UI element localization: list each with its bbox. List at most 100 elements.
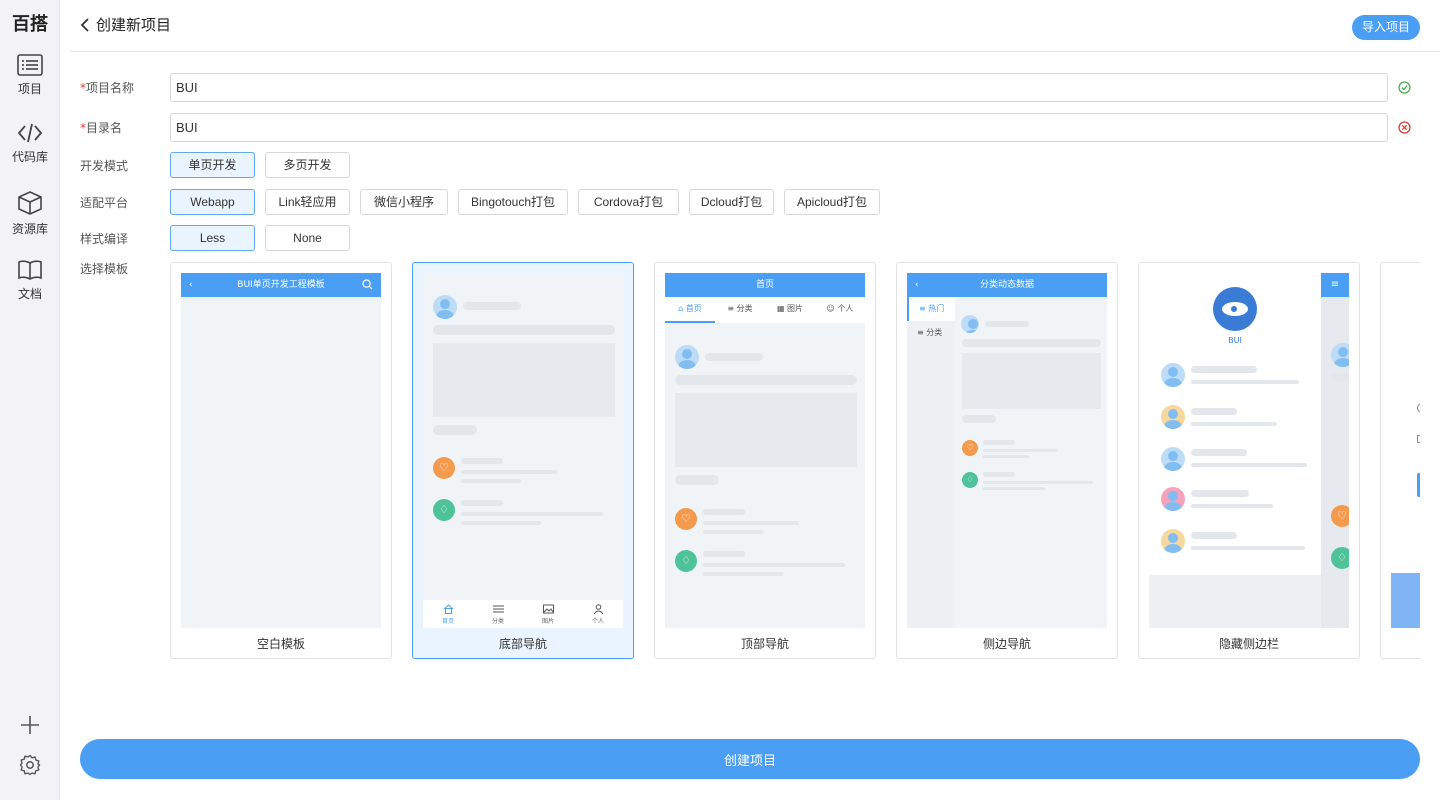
import-project-button[interactable]: 导入项目 (1351, 15, 1420, 40)
dir-name-row: *目录名 (80, 113, 1420, 142)
template-preview: ‹ BUI单页开发工程模板 (181, 273, 381, 628)
heart-icon: ♡ (433, 457, 455, 479)
platform-dcloud-option[interactable]: Dcloud打包 (689, 189, 774, 215)
platform-bingotouch-option[interactable]: Bingotouch打包 (458, 189, 568, 215)
create-project-button[interactable]: 创建项目 (80, 739, 1420, 779)
project-name-label: *项目名称 (80, 81, 135, 95)
diamond-icon: ♢ (962, 472, 978, 488)
sidebar-item-label: 文档 (17, 287, 42, 301)
error-circle-icon (1398, 121, 1411, 134)
platform-apicloud-option[interactable]: Apicloud打包 (784, 189, 880, 215)
platform-link-option[interactable]: Link轻应用 (265, 189, 350, 215)
template-list: ‹ BUI单页开发工程模板 空白模板 ♡ ♢ 首页 分类 图片 个人 底部导航 … (170, 262, 1420, 660)
avatar (1331, 343, 1349, 367)
plus-icon (21, 716, 39, 734)
style-label: 样式编译 (80, 232, 129, 246)
list-icon (17, 54, 43, 76)
menu-icon: ≡ (1321, 273, 1349, 297)
menu-icon (492, 605, 504, 613)
sidebar-item-docs[interactable]: 文档 (0, 259, 60, 302)
settings-button[interactable] (0, 754, 60, 776)
style-row: 样式编译 Less None (80, 225, 1420, 251)
preview-header: ‹ BUI单页开发工程模板 (181, 273, 381, 297)
style-none-option[interactable]: None (265, 225, 350, 251)
template-preview: BUI ≡ ♡ ♢ (1149, 273, 1349, 628)
template-card-side-nav[interactable]: ‹ 分类动态数据 ≡ 热门 ≡ 分类 ♡ ♢ 侧边导航 (896, 262, 1118, 659)
book-icon (18, 260, 42, 280)
avatar (1161, 363, 1185, 387)
gear-icon (19, 754, 41, 776)
page-title: 创建新项目 (96, 16, 172, 34)
preview-bottom-tabbar: 首页 分类 图片 个人 (423, 600, 623, 628)
style-less-option[interactable]: Less (170, 225, 255, 251)
template-name: 隐藏侧边栏 (1218, 637, 1279, 651)
logo-text: BUI (1228, 336, 1242, 345)
template-card-bottom-nav[interactable]: ♡ ♢ 首页 分类 图片 个人 底部导航 (412, 262, 634, 659)
avatar (1161, 487, 1185, 511)
user-icon: ☺ (826, 304, 835, 313)
image-icon: ▦ (776, 304, 785, 313)
platform-cordova-option[interactable]: Cordova打包 (578, 189, 679, 215)
avatar (675, 345, 699, 369)
sidebar-item-projects[interactable]: 项目 (0, 54, 60, 97)
menu-icon: ≡ (919, 304, 926, 313)
at-icon (1417, 403, 1420, 413)
avatar (961, 315, 979, 333)
heart-icon: ♡ (1331, 505, 1349, 527)
check-circle-icon (1398, 81, 1411, 94)
template-card-top-nav[interactable]: 首页 ⌂ 首页 ≡ 分类 ▦ 图片 ☺ 个人 ♡ ♢ 顶部导航 (654, 262, 876, 659)
preview-side-menu: ≡ 热门 ≡ 分类 (907, 297, 955, 628)
template-preview: 首页 ⌂ 首页 ≡ 分类 ▦ 图片 ☺ 个人 ♡ ♢ (665, 273, 865, 628)
search-icon (362, 279, 373, 290)
template-card-hidden-sidebar[interactable]: BUI ≡ ♡ ♢ 隐藏侧边栏 (1138, 262, 1360, 659)
platform-label: 适配平台 (80, 196, 129, 210)
home-icon: ⌂ (678, 304, 684, 313)
template-name: 顶部导航 (740, 637, 789, 651)
platform-row: 适配平台 Webapp Link轻应用 微信小程序 Bingotouch打包 C… (80, 189, 1420, 215)
template-name: 侧边导航 (982, 637, 1031, 651)
dir-name-input[interactable] (170, 113, 1388, 142)
dir-name-label: *目录名 (80, 121, 123, 135)
sidebar-item-label: 资源库 (11, 222, 48, 236)
avatar (1161, 405, 1185, 429)
platform-webapp-option[interactable]: Webapp (170, 189, 255, 215)
chevron-left-icon (80, 17, 89, 32)
template-label: 选择模板 (80, 262, 129, 276)
diamond-icon: ♢ (675, 550, 697, 572)
template-name: 空白模板 (256, 637, 305, 651)
diamond-icon: ♢ (433, 499, 455, 521)
user-icon (593, 604, 603, 615)
sidebar: 百搭 项目 代码库 资源库 文档 (0, 0, 60, 800)
header: 创建新项目 导入项目 (70, 0, 1440, 52)
add-button[interactable] (0, 714, 60, 736)
template-row: 选择模板 (80, 260, 170, 280)
cube-icon (18, 191, 42, 215)
chevron-left-icon: ‹ (189, 280, 193, 290)
platform-wechat-option[interactable]: 微信小程序 (360, 189, 448, 215)
template-card-blank[interactable]: ‹ BUI单页开发工程模板 空白模板 (170, 262, 392, 659)
sidebar-item-label: 项目 (17, 82, 42, 96)
back-button[interactable]: 创建新项目 (80, 14, 171, 35)
code-icon (17, 123, 43, 143)
menu-icon: ≡ (727, 304, 735, 313)
template-preview: ♡ ♢ 首页 分类 图片 个人 (423, 273, 623, 628)
dev-mode-label: 开发模式 (80, 159, 129, 173)
sidebar-item-label: 代码库 (11, 150, 48, 164)
sidebar-item-code[interactable]: 代码库 (0, 122, 60, 165)
heart-icon: ♡ (962, 440, 978, 456)
sidebar-item-resources[interactable]: 资源库 (0, 190, 60, 237)
avatar (1161, 447, 1185, 471)
template-preview: ‹ 分类动态数据 ≡ 热门 ≡ 分类 ♡ ♢ (907, 273, 1107, 628)
dev-mode-multi-option[interactable]: 多页开发 (265, 152, 350, 178)
template-preview (1391, 273, 1420, 628)
lock-icon (1417, 435, 1420, 443)
avatar (433, 295, 457, 319)
preview-top-tabbar: ⌂ 首页 ≡ 分类 ▦ 图片 ☺ 个人 (665, 297, 865, 323)
project-name-input[interactable] (170, 73, 1388, 102)
brand-logo: 百搭 (12, 14, 48, 35)
heart-icon: ♡ (675, 508, 697, 530)
preview-header: 首页 (665, 273, 865, 297)
template-card-more[interactable] (1380, 262, 1420, 659)
dev-mode-single-option[interactable]: 单页开发 (170, 152, 255, 178)
preview-header: ‹ 分类动态数据 (907, 273, 1107, 297)
